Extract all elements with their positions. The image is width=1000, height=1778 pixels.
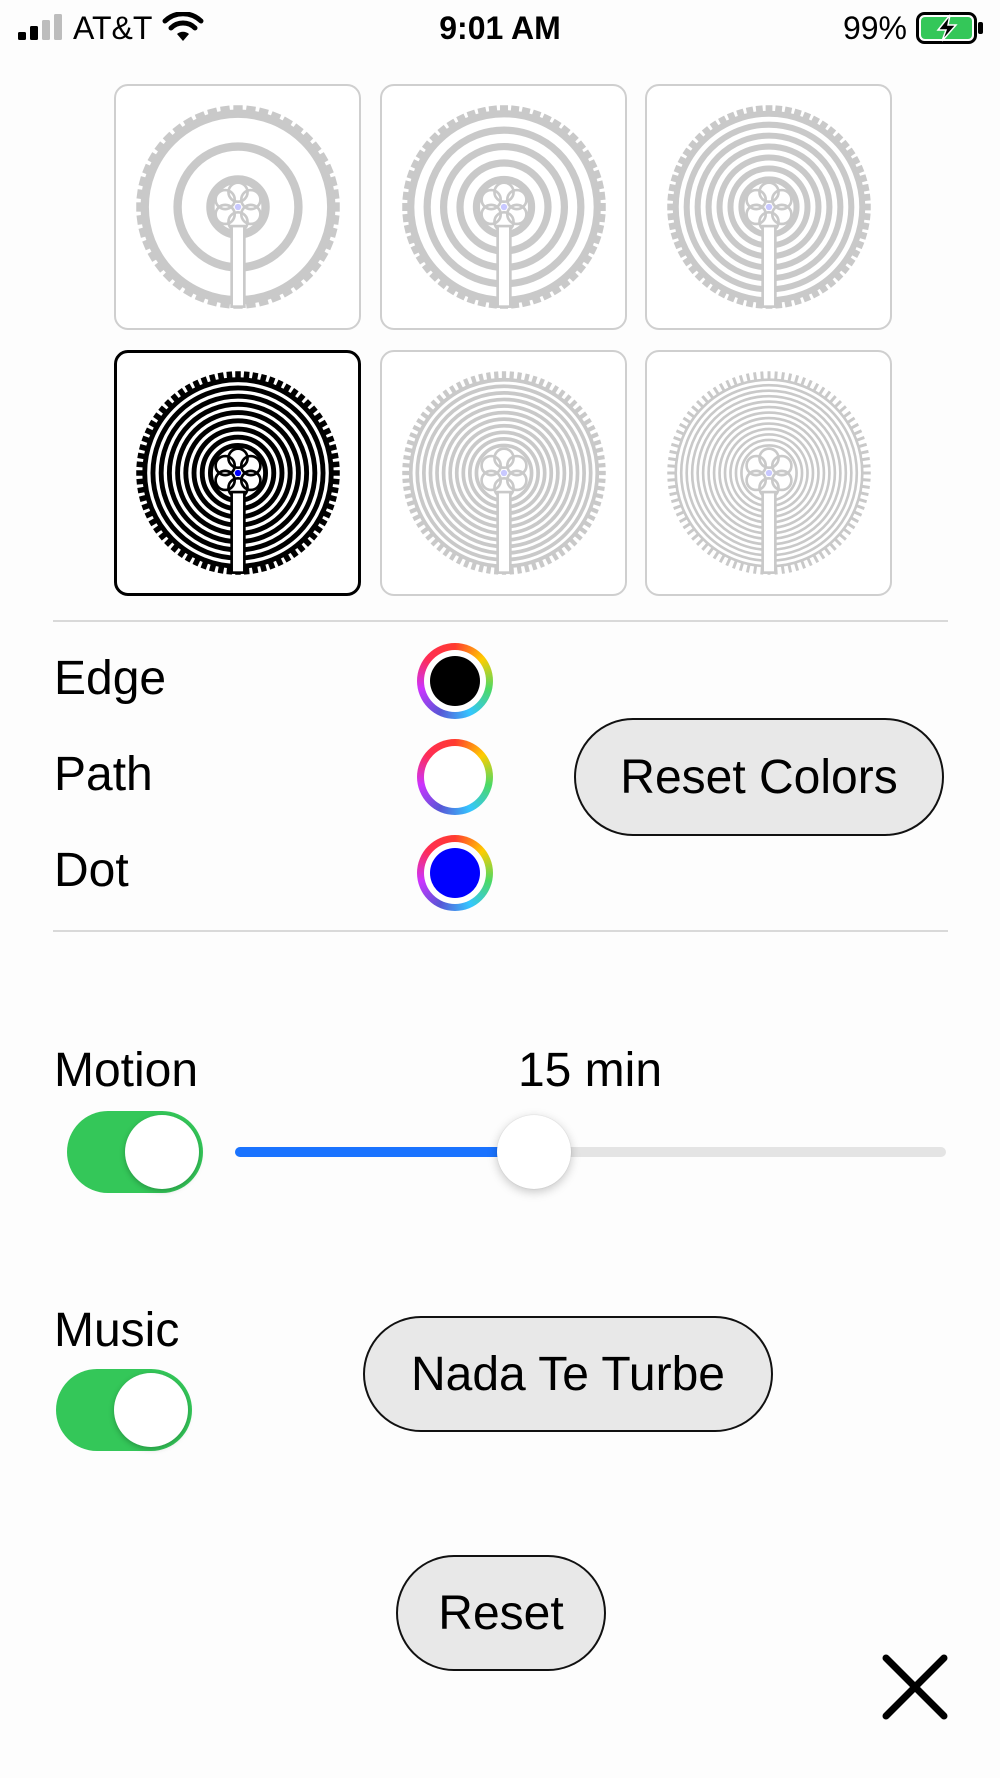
- battery-charging-icon: [916, 12, 983, 44]
- labyrinth-icon: [666, 371, 871, 575]
- motion-toggle[interactable]: [67, 1111, 203, 1193]
- path-label: Path: [54, 748, 153, 801]
- path-color-picker[interactable]: [417, 739, 493, 815]
- labyrinth-option-5[interactable]: [380, 350, 627, 596]
- labyrinth-icon: [135, 105, 340, 309]
- labyrinth-option-1[interactable]: [114, 84, 361, 330]
- labyrinth-icon: [401, 105, 606, 309]
- reset-colors-button[interactable]: Reset Colors: [574, 718, 944, 836]
- labyrinth-icon: [401, 371, 606, 575]
- dot-label: Dot: [54, 844, 129, 897]
- labyrinth-option-6[interactable]: [645, 350, 892, 596]
- divider-top: [53, 620, 948, 622]
- motion-toggle-knob: [125, 1115, 199, 1189]
- music-track-button[interactable]: Nada Te Turbe: [363, 1316, 773, 1432]
- labyrinth-option-2[interactable]: [380, 84, 627, 330]
- dot-color-swatch: [430, 848, 480, 898]
- motion-label: Motion: [54, 1044, 199, 1097]
- motion-slider-thumb[interactable]: [496, 1115, 571, 1189]
- battery-percentage: 99%: [842, 10, 907, 46]
- labyrinth-icon: [666, 105, 871, 309]
- edge-color-picker[interactable]: [417, 643, 493, 719]
- labyrinth-icon: [135, 371, 340, 575]
- labyrinth-option-3[interactable]: [645, 84, 892, 330]
- labyrinth-option-4[interactable]: [114, 350, 361, 596]
- edge-color-swatch: [430, 656, 480, 706]
- music-toggle-knob: [114, 1373, 188, 1447]
- music-label: Music: [54, 1304, 180, 1357]
- divider-bottom: [53, 930, 948, 932]
- dot-color-picker[interactable]: [417, 835, 493, 911]
- motion-slider-fill: [235, 1147, 534, 1157]
- path-color-swatch: [430, 752, 480, 802]
- motion-duration: 15 min: [517, 1044, 663, 1097]
- reset-button[interactable]: Reset: [396, 1555, 606, 1671]
- music-toggle[interactable]: [56, 1369, 192, 1451]
- close-icon[interactable]: [880, 1652, 950, 1722]
- edge-label: Edge: [54, 652, 167, 705]
